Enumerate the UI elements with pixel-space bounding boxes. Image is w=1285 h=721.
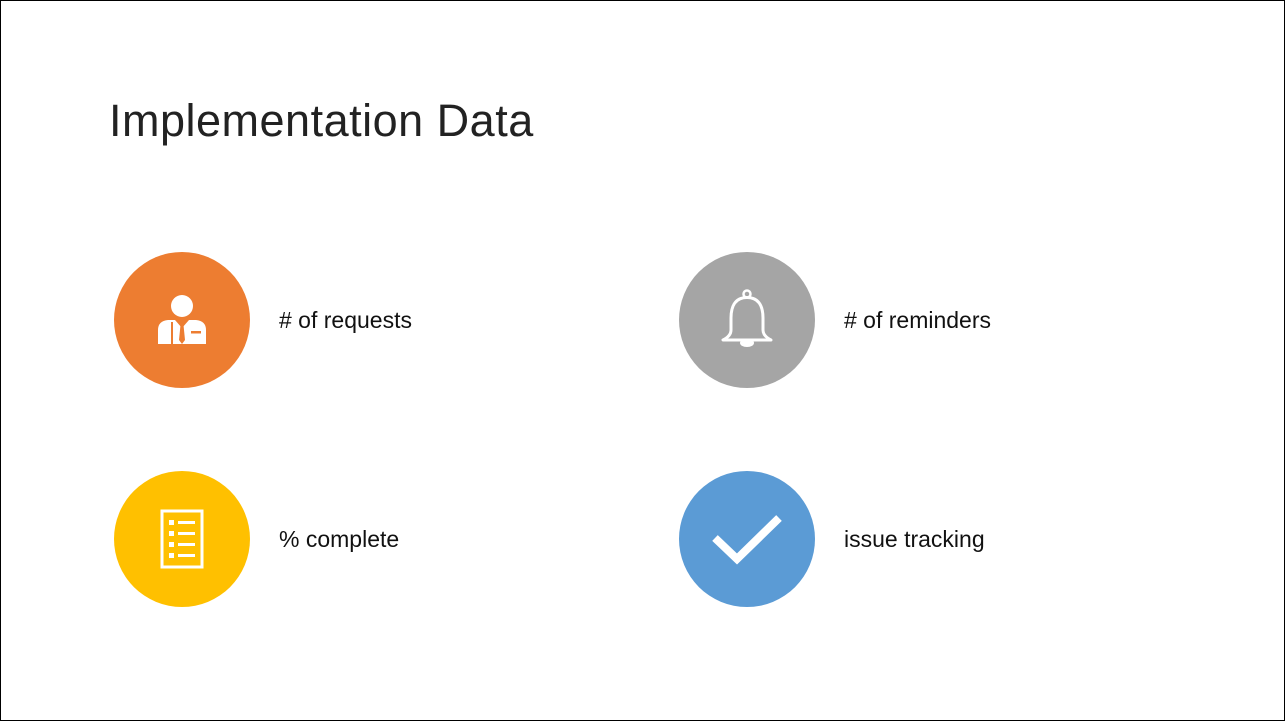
bell-icon [721,289,773,347]
complete-label: % complete [279,525,400,552]
complete-item: % complete [114,471,399,607]
complete-circle [114,471,250,607]
checklist-icon [160,509,204,569]
reminders-label: # of reminders [844,306,992,333]
businessman-icon [158,295,206,344]
requests-circle [114,252,250,388]
slide-title: Implementation Data [109,95,534,146]
issues-circle [679,471,815,607]
reminders-circle [679,252,815,388]
issues-item: issue tracking [679,471,985,607]
slide: Implementation Data # of requests # of r… [0,0,1285,721]
issues-label: issue tracking [844,525,985,552]
reminders-item: # of reminders [679,252,991,388]
requests-label: # of requests [279,306,412,333]
checkmark-icon [712,515,782,565]
requests-item: # of requests [114,252,412,388]
